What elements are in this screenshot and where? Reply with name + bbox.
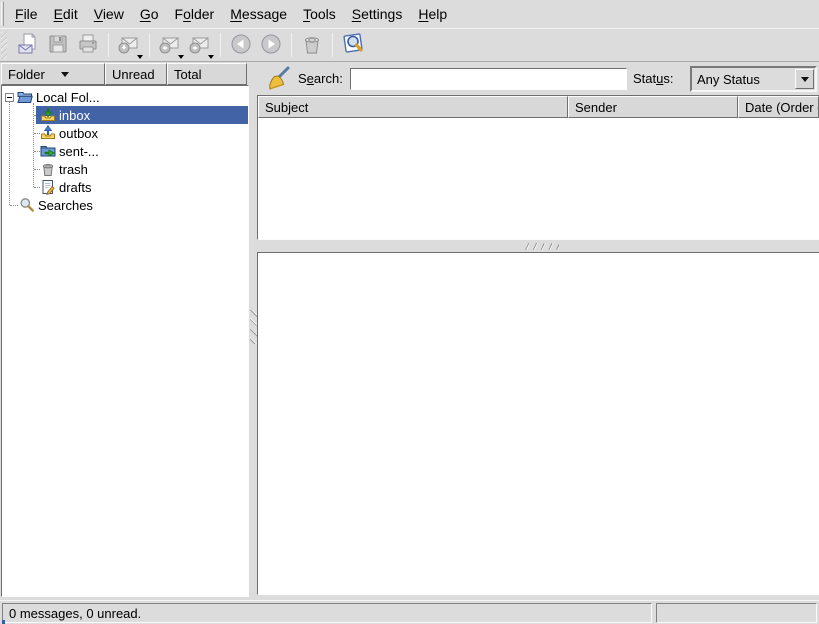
sort-descending-icon	[61, 72, 69, 77]
back-icon	[229, 32, 253, 59]
new-message-icon	[16, 32, 40, 59]
menu-help[interactable]: Help	[413, 3, 452, 25]
save-button[interactable]	[44, 31, 72, 59]
combobox-arrow-button[interactable]	[795, 69, 814, 89]
status-panel-right	[656, 603, 817, 623]
column-header-unread[interactable]: Unread	[105, 63, 167, 85]
menu-file[interactable]: File	[10, 3, 43, 25]
column-header-subject-label: Subject	[265, 100, 308, 115]
toolbar-separator	[149, 33, 150, 57]
forward-button[interactable]	[186, 31, 214, 59]
outbox-icon	[40, 125, 56, 141]
menu-view[interactable]: View	[89, 3, 129, 25]
sent-folder-icon	[40, 143, 56, 159]
back-button[interactable]	[227, 31, 255, 59]
check-mail-button[interactable]	[115, 31, 143, 59]
reply-button[interactable]	[156, 31, 184, 59]
save-icon	[46, 32, 70, 59]
forward-dropdown-arrow[interactable]	[208, 55, 214, 59]
menu-folder[interactable]: Folder	[170, 3, 220, 25]
folder-label-local-folders: Local Fol...	[36, 90, 100, 105]
folder-row-searches[interactable]: Searches	[2, 196, 248, 214]
folder-label-sent: sent-...	[59, 144, 99, 159]
reply-dropdown-arrow[interactable]	[178, 55, 184, 59]
folder-label-outbox: outbox	[59, 126, 98, 141]
horizontal-splitter[interactable]	[257, 241, 819, 252]
inbox-icon	[40, 107, 56, 123]
find-messages-button[interactable]	[339, 31, 367, 59]
splitter-grip[interactable]	[250, 310, 257, 344]
column-header-folder-label: Folder	[8, 67, 45, 82]
folder-row-trash[interactable]: trash	[2, 160, 248, 178]
message-preview-pane[interactable]	[257, 252, 819, 595]
menu-edit[interactable]: Edit	[49, 3, 83, 25]
column-header-date[interactable]: Date (Order of Arrival)	[738, 96, 819, 118]
print-button[interactable]	[74, 31, 102, 59]
splitter-grip[interactable]	[525, 243, 559, 250]
chevron-down-icon	[801, 77, 809, 82]
folder-row-local-folders[interactable]: Local Fol...	[2, 88, 248, 106]
new-message-button[interactable]	[14, 31, 42, 59]
column-header-sender[interactable]: Sender	[568, 96, 738, 118]
menu-go[interactable]: Go	[135, 3, 164, 25]
vertical-splitter[interactable]	[250, 63, 257, 597]
find-messages-icon	[341, 31, 366, 59]
toolbar-separator	[291, 33, 292, 57]
search-input[interactable]	[350, 68, 627, 90]
column-header-folder[interactable]: Folder	[1, 63, 105, 85]
progress-indicator	[2, 620, 5, 624]
toolbar-grip[interactable]	[1, 31, 7, 59]
folder-row-outbox[interactable]: outbox	[2, 124, 248, 142]
menu-message[interactable]: Message	[225, 3, 292, 25]
folder-list-header: Folder Unread Total	[1, 63, 249, 85]
folder-panel: Folder Unread Total Local Fol...	[1, 63, 249, 597]
trash-folder-icon	[40, 161, 56, 177]
column-header-subject[interactable]: Subject	[258, 96, 568, 118]
status-message-panel: 0 messages, 0 unread.	[2, 603, 652, 623]
column-header-date-label: Date (Order of Arrival)	[745, 100, 819, 115]
toolbar	[0, 29, 819, 62]
status-bar: 0 messages, 0 unread.	[0, 600, 819, 624]
folder-label-inbox: inbox	[59, 108, 90, 123]
drafts-icon	[40, 179, 56, 195]
menu-tools[interactable]: Tools	[298, 3, 341, 25]
message-list: Subject Sender Date (Order of Arrival)	[257, 95, 819, 240]
column-header-unread-label: Unread	[112, 67, 155, 82]
folder-row-sent[interactable]: sent-...	[2, 142, 248, 160]
check-mail-dropdown-arrow[interactable]	[137, 55, 143, 59]
menu-settings[interactable]: Settings	[347, 3, 408, 25]
next-icon	[259, 32, 283, 59]
search-folder-icon	[19, 197, 35, 213]
folder-tree: Local Fol... inbox outbox	[1, 85, 249, 597]
toolbar-separator	[332, 33, 333, 57]
open-folder-icon	[17, 89, 33, 105]
folder-row-inbox[interactable]: inbox	[2, 106, 248, 124]
status-combobox[interactable]: Any Status	[690, 66, 817, 92]
column-header-total[interactable]: Total	[167, 63, 247, 85]
column-header-sender-label: Sender	[575, 100, 617, 115]
status-combobox-value: Any Status	[692, 72, 795, 87]
folder-label-searches: Searches	[38, 198, 93, 213]
menubar-grip[interactable]	[1, 2, 4, 26]
broom-icon	[263, 81, 291, 96]
column-header-total-label: Total	[174, 67, 201, 82]
status-label: Status:	[633, 71, 673, 86]
search-label: Search:	[298, 71, 343, 86]
toolbar-separator	[108, 33, 109, 57]
message-list-header: Subject Sender Date (Order of Arrival)	[258, 96, 819, 118]
menubar: File Edit View Go Folder Message Tools S…	[0, 0, 819, 29]
clear-search-button[interactable]	[263, 65, 291, 93]
folder-label-drafts: drafts	[59, 180, 92, 195]
toolbar-separator	[220, 33, 221, 57]
search-bar: Search: Status: Any Status	[257, 63, 819, 95]
folder-row-drafts[interactable]: drafts	[2, 178, 248, 196]
status-message-text: 0 messages, 0 unread.	[9, 606, 141, 621]
trash-button[interactable]	[298, 31, 326, 59]
message-list-body[interactable]	[258, 118, 819, 239]
trash-icon	[300, 32, 324, 59]
next-button[interactable]	[257, 31, 285, 59]
print-icon	[76, 32, 100, 59]
folder-label-trash: trash	[59, 162, 88, 177]
